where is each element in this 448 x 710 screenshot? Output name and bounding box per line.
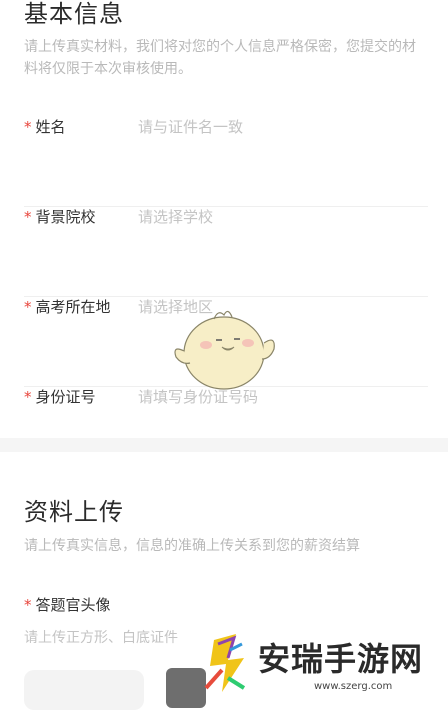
name-input[interactable] [138, 116, 418, 138]
avatar-label-text: 答题官头像 [35, 596, 111, 614]
basic-info-desc: 请上传真实材料，我们将对您的个人信息严格保密，您提交的材料将仅限于本次审核使用。 [24, 39, 416, 77]
form-row-name: * 姓名 [24, 116, 428, 207]
school-label-text: 背景院校 [35, 208, 96, 226]
required-mark: * [24, 388, 32, 406]
form-row-idcard: * 身份证号 [24, 386, 428, 438]
upload-desc: 请上传真实信息，信息的准确上传关系到您的薪资结算 [24, 538, 360, 554]
required-mark: * [24, 208, 32, 226]
watermark-text: 安瑞手游网 [258, 640, 424, 678]
basic-info-title: 基本信息 [24, 0, 124, 28]
required-mark: * [24, 298, 32, 316]
avatar-hint: 请上传正方形、白底证件 [24, 630, 178, 646]
mascot-chick-icon [174, 310, 275, 390]
region-label-text: 高考所在地 [35, 298, 111, 316]
idcard-label: * 身份证号 [24, 386, 96, 407]
section-divider [0, 438, 448, 452]
required-mark: * [24, 596, 32, 614]
idcard-label-text: 身份证号 [35, 388, 96, 406]
school-label: * 背景院校 [24, 206, 96, 227]
avatar-label: * 答题官头像 [24, 594, 111, 615]
name-label-text: 姓名 [35, 118, 66, 136]
school-select[interactable] [138, 206, 418, 228]
upload-title: 资料上传 [24, 498, 124, 526]
required-mark: * [24, 118, 32, 136]
region-label: * 高考所在地 [24, 296, 111, 317]
watermark-url: www.szerg.com [314, 681, 393, 692]
avatar-upload-button[interactable] [24, 670, 144, 710]
form-row-school: * 背景院校 [24, 206, 428, 297]
name-label: * 姓名 [24, 116, 66, 137]
